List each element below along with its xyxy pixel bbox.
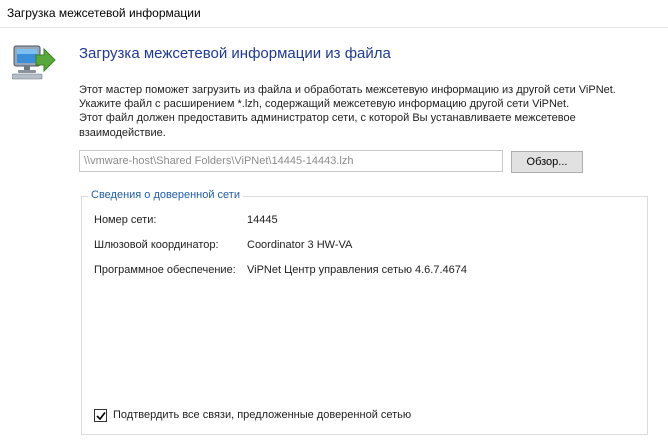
description-line: взаимодействие.: [79, 126, 166, 139]
gateway-value: Coordinator 3 HW-VA: [247, 239, 353, 251]
description-line: Укажите файл с расширением *.lzh, содерж…: [79, 98, 570, 111]
confirm-checkbox[interactable]: [94, 409, 107, 422]
description-line: Этот мастер поможет загрузить из файла и…: [79, 84, 616, 96]
software-label: Программное обеспечение:: [94, 264, 236, 276]
confirm-checkbox-label[interactable]: Подтвердить все связи, предложенные дове…: [113, 409, 411, 421]
browse-button[interactable]: Обзор...: [511, 151, 583, 173]
description-line: Этот файл должен предоставить администра…: [79, 112, 576, 125]
trusted-network-group: Сведения о доверенной сети Номер сети: 1…: [81, 189, 648, 435]
title-bar: Загрузка межсетевой информации: [0, 0, 668, 28]
description: Этот мастер поможет загрузить из файла и…: [79, 83, 649, 140]
group-legend: Сведения о доверенной сети: [88, 189, 243, 201]
software-value: ViPNet Центр управления сетью 4.6.7.4674: [247, 264, 468, 276]
window-title: Загрузка межсетевой информации: [7, 6, 201, 20]
network-number-label: Номер сети:: [94, 214, 157, 226]
checkmark-icon: [96, 412, 106, 421]
gateway-label: Шлюзовой координатор:: [94, 239, 219, 251]
file-path-input[interactable]: \\vmware-host\Shared Folders\ViPNet\1444…: [79, 150, 503, 172]
page-title: Загрузка межсетевой информации из файла: [79, 45, 391, 62]
network-number-value: 14445: [247, 214, 278, 226]
computer-import-icon: [11, 44, 58, 82]
